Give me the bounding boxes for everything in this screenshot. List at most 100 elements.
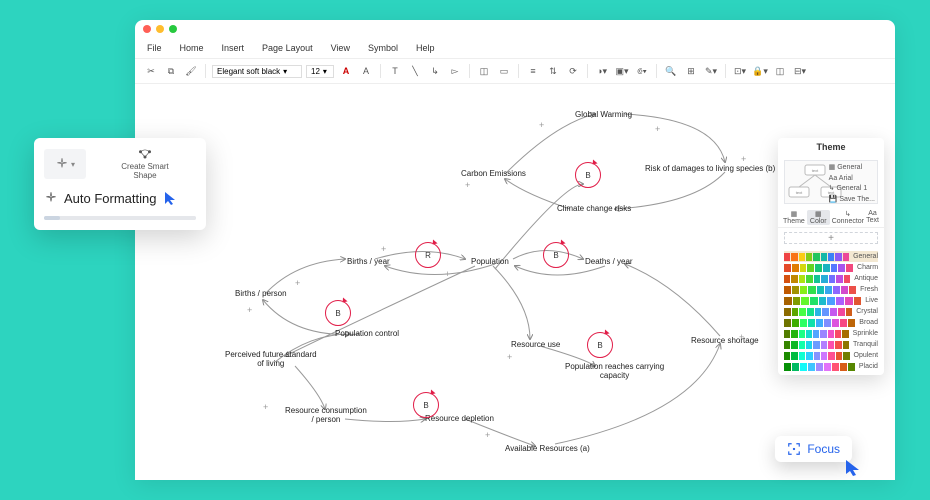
menu-page-layout[interactable]: Page Layout — [262, 43, 313, 53]
close-dot[interactable] — [143, 25, 151, 33]
node-population[interactable]: Population — [471, 257, 509, 266]
swatch[interactable] — [843, 341, 849, 349]
node-pop-control[interactable]: Population control — [335, 329, 399, 338]
swatch[interactable] — [827, 297, 835, 305]
tab-text[interactable]: AaText — [866, 210, 879, 225]
node-deaths-year[interactable]: Deaths / year — [585, 257, 633, 266]
loop-reinforcing[interactable]: R — [415, 242, 441, 268]
minimize-dot[interactable] — [156, 25, 164, 33]
swatch[interactable] — [836, 297, 844, 305]
swatch[interactable] — [784, 319, 791, 327]
menu-symbol[interactable]: Symbol — [368, 43, 398, 53]
swatch[interactable] — [784, 275, 790, 283]
swatch[interactable] — [800, 264, 807, 272]
create-smart-shape-button[interactable]: Create Smart Shape — [94, 148, 196, 180]
overlap-icon[interactable]: ◫ — [772, 63, 788, 79]
node-carrying-cap[interactable]: Population reaches carrying capacity — [565, 362, 664, 380]
swatch[interactable] — [836, 275, 842, 283]
swatch[interactable] — [792, 308, 799, 316]
swatch[interactable] — [823, 264, 830, 272]
swatch[interactable] — [800, 363, 807, 371]
node-births-year[interactable]: Births / year — [347, 257, 390, 266]
loop-balancing-3[interactable]: B — [325, 300, 351, 326]
swatch[interactable] — [791, 352, 797, 360]
swatch[interactable] — [844, 275, 850, 283]
theme-preview[interactable]: text text text ▦ General Aa Arial ↳ Gene… — [784, 160, 878, 204]
node-standard-living[interactable]: Perceived future standard of living — [225, 350, 317, 368]
swatch[interactable] — [838, 308, 845, 316]
fill-icon[interactable]: ◑▾ — [594, 63, 610, 79]
swatch[interactable] — [806, 253, 812, 261]
swatch[interactable] — [821, 341, 827, 349]
node-consumption-person[interactable]: Resource consumption / person — [285, 406, 367, 424]
swatch[interactable] — [824, 363, 831, 371]
swatch[interactable] — [784, 330, 790, 338]
swatch[interactable] — [791, 275, 797, 283]
swatch[interactable] — [833, 286, 840, 294]
swatch[interactable] — [791, 330, 797, 338]
copy-icon[interactable]: ⧉ — [163, 63, 179, 79]
focus-button[interactable]: Focus — [775, 436, 852, 462]
menu-file[interactable]: File — [147, 43, 162, 53]
palette-sprinkle[interactable]: Sprinkle — [784, 328, 878, 339]
node-global-warming[interactable]: Global Warming — [575, 110, 632, 119]
swatch[interactable] — [848, 363, 855, 371]
swatch[interactable] — [854, 297, 862, 305]
swatch[interactable] — [799, 253, 805, 261]
swatch[interactable] — [799, 352, 805, 360]
swatch[interactable] — [831, 264, 838, 272]
menu-view[interactable]: View — [331, 43, 350, 53]
pointer-tool-icon[interactable]: ▻ — [447, 63, 463, 79]
swatch[interactable] — [813, 253, 819, 261]
palette-fresh[interactable]: Fresh — [784, 284, 878, 295]
node-resource-use[interactable]: Resource use — [511, 340, 560, 349]
palette-charm[interactable]: Charm — [784, 262, 878, 273]
node-carbon-emissions[interactable]: Carbon Emissions — [461, 169, 526, 178]
tab-theme[interactable]: ▦Theme — [783, 210, 805, 225]
cut-icon[interactable]: ✂ — [143, 63, 159, 79]
align-left-icon[interactable]: ≡ — [525, 63, 541, 79]
swatch[interactable] — [793, 297, 801, 305]
node-risk-damages[interactable]: Risk of damages to living species (b) — [645, 164, 775, 173]
swatch[interactable] — [784, 341, 790, 349]
swatch[interactable] — [828, 330, 834, 338]
swatch[interactable] — [784, 286, 791, 294]
palette-crystal[interactable]: Crystal — [784, 306, 878, 317]
shape-icon[interactable]: ▭ — [496, 63, 512, 79]
swatch[interactable] — [791, 253, 797, 261]
swatch[interactable] — [849, 286, 856, 294]
swatch[interactable] — [800, 286, 807, 294]
swatch[interactable] — [820, 330, 826, 338]
node-births-person[interactable]: Births / person — [235, 289, 287, 298]
swatch[interactable] — [784, 297, 792, 305]
swatch[interactable] — [784, 264, 791, 272]
swatch[interactable] — [846, 264, 853, 272]
loop-balancing-1[interactable]: B — [543, 242, 569, 268]
swatch[interactable] — [843, 253, 849, 261]
swatch[interactable] — [830, 308, 837, 316]
tab-connector[interactable]: ↳Connector — [832, 210, 864, 225]
node-available-resources[interactable]: Available Resources (a) — [505, 444, 590, 453]
swatch[interactable] — [799, 341, 805, 349]
swatch[interactable] — [807, 308, 814, 316]
palette-broad[interactable]: Broad — [784, 317, 878, 328]
swatch[interactable] — [801, 297, 809, 305]
swatch[interactable] — [821, 253, 827, 261]
swatch[interactable] — [821, 352, 827, 360]
swatch[interactable] — [819, 297, 827, 305]
swatch[interactable] — [792, 286, 799, 294]
text-tool-icon[interactable]: T — [387, 63, 403, 79]
palette-opulent[interactable]: Opulent — [784, 350, 878, 361]
swatch[interactable] — [846, 308, 853, 316]
swatch[interactable] — [842, 330, 848, 338]
swatch[interactable] — [806, 352, 812, 360]
line-tool-icon[interactable]: ╲ — [407, 63, 423, 79]
font-color-icon[interactable]: A — [338, 63, 354, 79]
menu-help[interactable]: Help — [416, 43, 435, 53]
distribute-icon[interactable]: ⇅ — [545, 63, 561, 79]
swatch[interactable] — [813, 330, 819, 338]
swatch[interactable] — [808, 363, 815, 371]
swatch[interactable] — [792, 264, 799, 272]
swatch[interactable] — [835, 330, 841, 338]
node-resource-shortage[interactable]: Resource shortage — [691, 336, 759, 345]
